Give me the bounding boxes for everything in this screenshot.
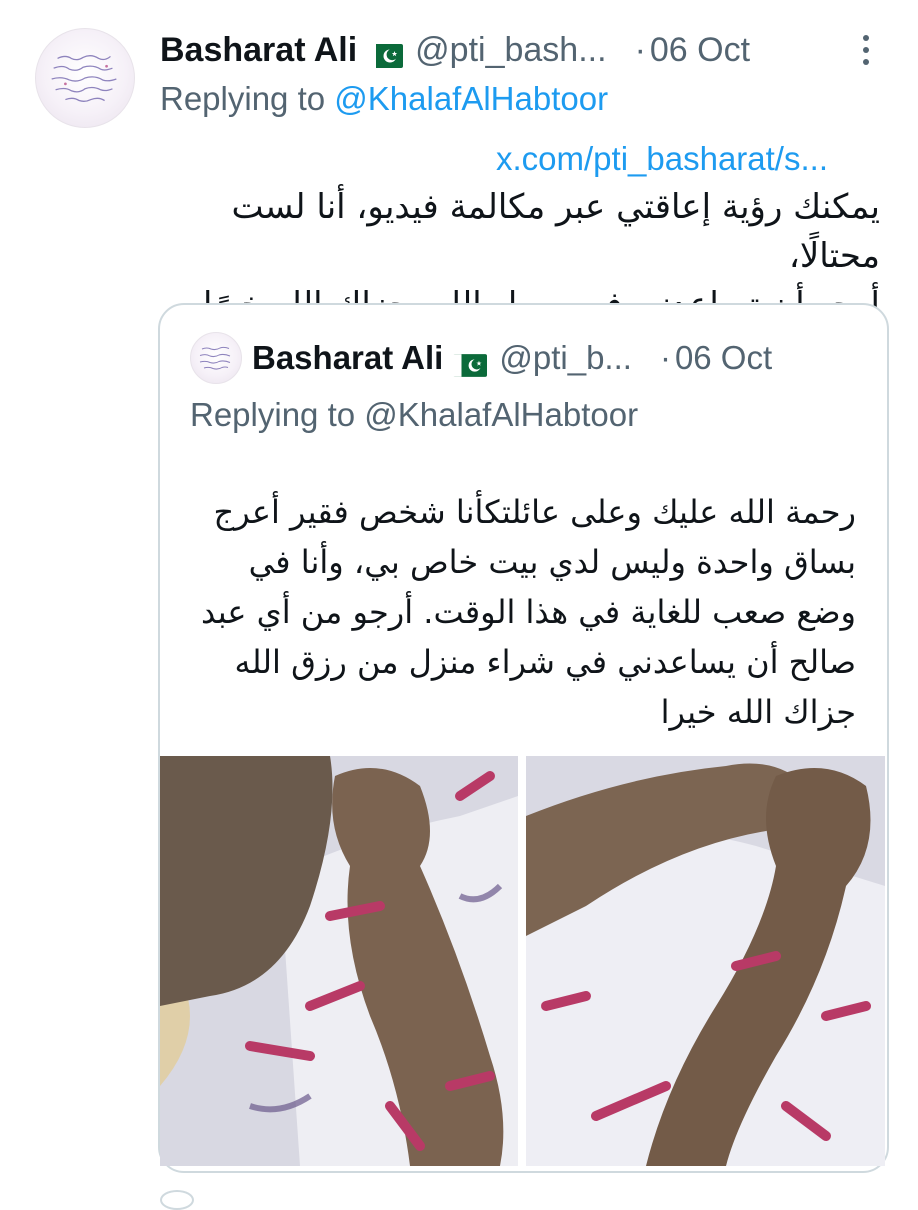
tweet-date[interactable]: 06 Oct xyxy=(650,31,750,70)
replying-prefix: Replying to xyxy=(190,396,365,433)
pakistan-flag-icon xyxy=(367,38,404,68)
quoted-mention: @KhalafAlHabtoor xyxy=(364,396,639,433)
mention-link[interactable]: @KhalafAlHabtoor xyxy=(334,80,608,117)
quoted-tweet-text: رحمة الله عليك وعلى عائلتكأنا شخص فقير أ… xyxy=(180,487,856,737)
quoted-text-line: رحمة الله عليك وعلى عائلتكأنا شخص فقير أ… xyxy=(213,493,856,531)
quoted-text-line: وضع صعب للغاية في هذا الوقت. أرجو من أي … xyxy=(200,593,856,631)
separator-dot: · xyxy=(634,30,646,69)
quoted-photo-left[interactable] xyxy=(160,756,518,1166)
quoted-tweet-date: 06 Oct xyxy=(674,339,773,376)
replying-prefix: Replying to xyxy=(160,80,335,117)
quoted-author-name: Basharat Ali xyxy=(252,339,444,376)
quoted-replying-to: Replying to @KhalafAlHabtoor xyxy=(190,396,638,434)
tweet-link[interactable]: x.com/pti_basharat/s... xyxy=(496,140,828,178)
quoted-text-line: بساق واحدة وليس لدي بيت خاص بي، وأنا في xyxy=(248,543,856,581)
tweet-text-line: يمكنك رؤية إعاقتي عبر مكالمة فيديو، أنا … xyxy=(231,187,880,276)
quoted-author-avatar xyxy=(190,332,242,384)
author-name[interactable]: Basharat Ali xyxy=(160,31,357,70)
replying-to: Replying to @KhalafAlHabtoor xyxy=(160,80,608,118)
tweet-header: Basharat Ali @pti_bash... · 06 Oct xyxy=(160,26,750,74)
separator-dot: · xyxy=(659,339,671,376)
footer-edge xyxy=(160,1190,194,1210)
pakistan-flag-icon xyxy=(453,347,488,377)
quoted-author-handle: @pti_b... xyxy=(499,339,632,376)
quoted-photo-right[interactable] xyxy=(526,756,885,1166)
author-handle[interactable]: @pti_bash... xyxy=(415,31,606,70)
author-avatar[interactable] xyxy=(35,28,135,128)
quoted-text-line: صالح أن يساعدني في شراء منزل من رزق الله xyxy=(234,643,856,681)
quoted-text-line: جزاك الله خيرا xyxy=(660,693,856,731)
more-vertical-icon[interactable] xyxy=(856,30,876,70)
quoted-tweet-header: Basharat Ali @pti_b... · 06 Oct xyxy=(252,334,772,382)
tweet[interactable]: Basharat Ali @pti_bash... · 06 Oct Reply… xyxy=(0,0,918,1210)
